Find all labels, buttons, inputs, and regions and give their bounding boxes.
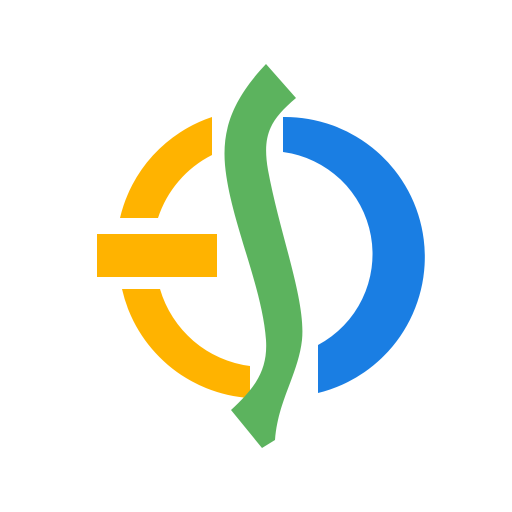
app-icon-canvas: [0, 0, 512, 512]
abstract-circle-logo-icon: [97, 64, 425, 448]
yellow-bar: [97, 234, 217, 277]
yellow-upper-arc: [120, 117, 212, 218]
yellow-lower-arc: [122, 289, 250, 398]
blue-arc: [283, 116, 425, 393]
